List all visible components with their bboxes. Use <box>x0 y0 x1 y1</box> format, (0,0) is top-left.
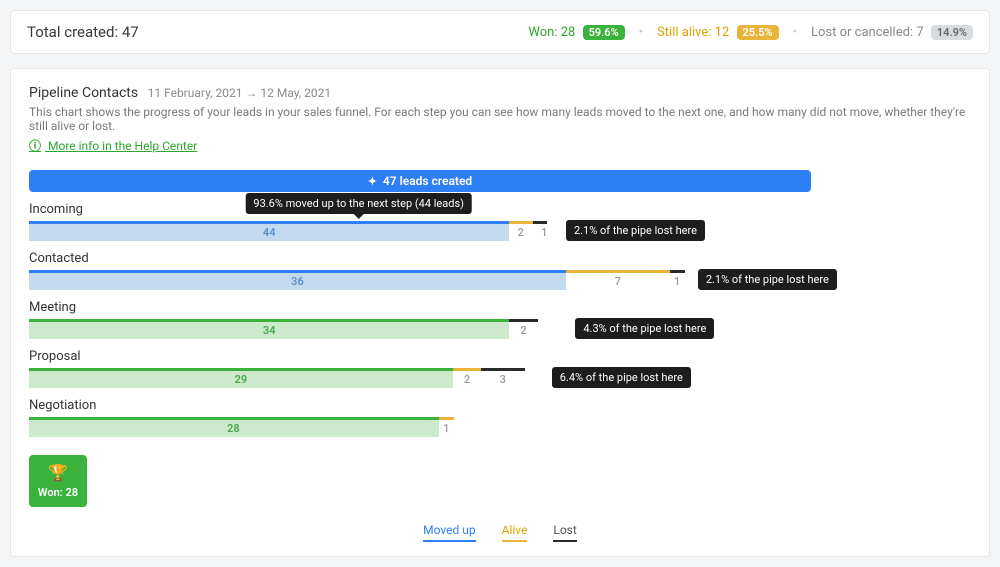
stage-negotiation: Negotiation 28 1 <box>29 398 971 437</box>
created-bar[interactable]: ✦ 47 leads created <box>29 170 811 192</box>
stat-lost: Lost or cancelled: 7 14.9% <box>811 25 973 40</box>
legend-alive[interactable]: Alive <box>502 523 528 542</box>
help-link[interactable]: ⓘ More info in the Help Center <box>29 139 197 153</box>
stage-proposal: Proposal 29 2 3 6.4% of the pipe lost he… <box>29 349 971 388</box>
stage-incoming: Incoming 44 2 1 2.1% of the pipe lost he… <box>29 202 971 241</box>
lost-value: 7 <box>916 25 923 40</box>
seg-moved-value: 36 <box>291 275 304 288</box>
stage-bar-row: 34 2 4.3% of the pipe lost here <box>29 319 971 339</box>
panel-title-row: Pipeline Contacts 11 February, 2021 → 12… <box>29 85 971 101</box>
lost-tooltip: 2.1% of the pipe lost here <box>698 269 837 290</box>
stage-meeting: Meeting 34 2 4.3% of the pipe lost here <box>29 300 971 339</box>
lost-label: Lost or cancelled: <box>811 25 913 40</box>
total-label: Total created: <box>27 23 118 41</box>
funnel-chart: ✦ 47 leads created Incoming 44 2 1 2.1% … <box>29 170 971 542</box>
panel-description: This chart shows the progress of your le… <box>29 105 971 133</box>
panel-dates: 11 February, 2021 → 12 May, 2021 <box>148 86 332 100</box>
stat-alive: Still alive: 12 25.5% <box>657 25 779 40</box>
won-pct-badge: 59.6% <box>583 25 625 40</box>
stage-label: Contacted <box>29 251 971 266</box>
legend-moved[interactable]: Moved up <box>423 523 475 542</box>
lost-tooltip: 6.4% of the pipe lost here <box>552 367 691 388</box>
date-from: 11 February, 2021 <box>148 86 243 100</box>
seg-moved-value: 44 <box>263 226 276 239</box>
stats-bar: Total created: 47 Won: 28 59.6% • Still … <box>10 10 990 54</box>
stage-label: Incoming <box>29 202 971 217</box>
seg-alive-value: 7 <box>615 275 621 288</box>
separator-dot: • <box>639 25 643 40</box>
won-box-text: Won: 28 <box>33 486 83 499</box>
total-created: Total created: 47 <box>27 23 139 41</box>
date-to: 12 May, 2021 <box>260 86 331 100</box>
seg-lost-value: 2 <box>520 324 526 337</box>
created-bar-text: 47 leads created <box>383 174 472 188</box>
stats-right: Won: 28 59.6% • Still alive: 12 25.5% • … <box>528 25 973 40</box>
separator-dot: • <box>793 25 797 40</box>
alive-value: 12 <box>715 25 730 40</box>
stage-bar-row: 28 1 <box>29 417 971 437</box>
stat-won: Won: 28 59.6% <box>528 25 624 40</box>
stage-bar-row: 29 2 3 6.4% of the pipe lost here <box>29 368 971 388</box>
seg-alive-value: 2 <box>464 373 470 386</box>
lost-tooltip: 2.1% of the pipe lost here <box>566 220 705 241</box>
legend-lost[interactable]: Lost <box>553 523 576 542</box>
funnel-panel: Pipeline Contacts 11 February, 2021 → 12… <box>10 68 990 557</box>
lost-pct-badge: 14.9% <box>931 25 973 40</box>
moved-tooltip: 93.6% moved up to the next step (44 lead… <box>245 193 472 214</box>
alive-pct-badge: 25.5% <box>737 25 779 40</box>
seg-alive-value: 1 <box>443 422 449 435</box>
sparkle-icon: ✦ <box>368 175 377 188</box>
stage-bar-row: 44 2 1 2.1% of the pipe lost here 93.6% … <box>29 221 971 241</box>
total-value: 47 <box>122 23 139 41</box>
seg-alive-value: 2 <box>518 226 524 239</box>
info-icon: ⓘ <box>29 139 41 153</box>
stage-label: Proposal <box>29 349 971 364</box>
won-value: 28 <box>561 25 576 40</box>
stage-contacted: Contacted 36 7 1 2.1% of the pipe lost h… <box>29 251 971 290</box>
seg-lost-value: 3 <box>500 373 506 386</box>
seg-moved-value: 29 <box>235 373 248 386</box>
seg-lost-value: 1 <box>674 275 680 288</box>
help-link-text: More info in the Help Center <box>48 139 197 153</box>
panel-title: Pipeline Contacts <box>29 85 138 101</box>
stage-bar-row: 36 7 1 2.1% of the pipe lost here <box>29 270 971 290</box>
won-box[interactable]: 🏆 Won: 28 <box>29 455 87 507</box>
legend: Moved up Alive Lost <box>29 523 971 542</box>
stage-label: Negotiation <box>29 398 971 413</box>
alive-label: Still alive: <box>657 25 711 40</box>
seg-moved-value: 28 <box>227 422 240 435</box>
seg-moved-value: 34 <box>263 324 276 337</box>
trophy-icon: 🏆 <box>33 463 83 482</box>
stage-label: Meeting <box>29 300 971 315</box>
seg-lost-value: 1 <box>541 226 547 239</box>
lost-tooltip: 4.3% of the pipe lost here <box>575 318 714 339</box>
won-label: Won: <box>528 25 557 40</box>
date-arrow-icon: → <box>245 86 257 100</box>
